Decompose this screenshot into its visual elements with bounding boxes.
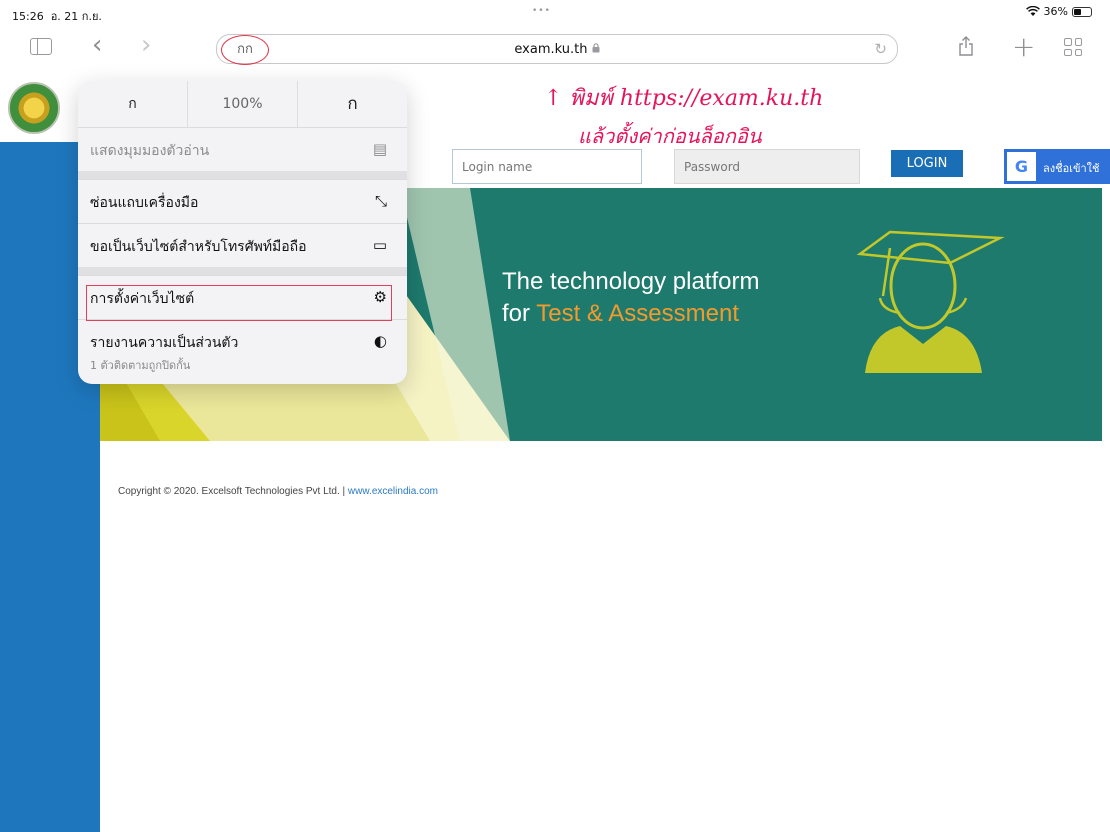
shield-icon: ◐ — [373, 332, 387, 350]
status-bar: 15:26 อ. 21 ก.ย. ••• 36% — [0, 0, 1110, 24]
menu-separator — [78, 171, 407, 179]
mobile-device-icon: ▭ — [372, 236, 387, 254]
browser-toolbar: ‹ › exam.ku.th ↻ กก + — [0, 26, 1110, 70]
url-text[interactable]: exam.ku.th — [217, 42, 897, 57]
banner-line-1: The technology platform — [502, 268, 760, 295]
footer-copyright: Copyright © 2020. Excelsoft Technologies… — [118, 486, 438, 497]
lock-icon — [592, 43, 600, 53]
privacy-report-sub: 1 ตัวติดตามถูกปิดกั้น — [90, 359, 191, 372]
reload-icon[interactable]: ↻ — [874, 40, 887, 58]
graduate-icon — [856, 230, 1005, 373]
collapse-arrows-icon: ⤡ — [374, 192, 387, 210]
font-size-row: ก 100% ก — [78, 81, 407, 127]
banner-line-2: for Test & Assessment — [502, 300, 739, 327]
back-arrow-icon[interactable]: ‹ — [92, 30, 102, 60]
wifi-icon — [1025, 6, 1040, 16]
annotation-line-2: แล้วตั้งค่าก่อนล็อกอิน — [578, 124, 762, 148]
reader-view-item[interactable]: แสดงมุมมองตัวอ่าน ▤ — [78, 127, 407, 171]
share-icon[interactable] — [958, 36, 974, 56]
reader-icon: ▤ — [372, 140, 387, 158]
hide-toolbar-item[interactable]: ซ่อนแถบเครื่องมือ ⤡ — [78, 179, 407, 223]
university-logo — [8, 82, 60, 134]
privacy-report-label: รายงานความเป็นส่วนตัว — [90, 335, 239, 351]
google-signin-button[interactable]: G ลงชื่อเข้าใช้ — [1004, 149, 1110, 184]
increase-font-button[interactable]: ก — [298, 81, 407, 127]
new-tab-icon[interactable]: + — [1012, 30, 1035, 63]
privacy-report-item[interactable]: รายงานความเป็นส่วนตัว 1 ตัวติดตามถูกปิดก… — [78, 319, 407, 384]
hide-toolbar-label: ซ่อนแถบเครื่องมือ — [90, 195, 199, 211]
tab-overview-icon[interactable] — [1064, 38, 1082, 56]
zoom-level[interactable]: 100% — [187, 81, 298, 127]
status-time: 15:26 อ. 21 ก.ย. — [12, 10, 102, 23]
password-input[interactable]: Password — [674, 149, 860, 184]
multitasking-dots[interactable]: ••• — [532, 6, 551, 16]
forward-arrow-icon[interactable]: › — [141, 30, 151, 60]
banner-tagline: The technology platform for Test & Asses… — [502, 266, 759, 330]
reader-view-label: แสดงมุมมองตัวอ่าน — [90, 143, 210, 159]
status-right: 36% — [1025, 5, 1092, 18]
sidebar-toggle-icon[interactable] — [30, 38, 52, 55]
decrease-font-button[interactable]: ก — [78, 81, 187, 127]
menu-separator — [78, 267, 407, 275]
google-signin-label: ลงชื่อเข้าใช้ — [1043, 162, 1100, 175]
login-name-input[interactable]: Login name — [452, 149, 642, 184]
battery-percent: 36% — [1043, 5, 1068, 18]
login-button[interactable]: LOGIN — [891, 150, 963, 177]
address-bar[interactable]: exam.ku.th ↻ — [216, 34, 898, 64]
page-settings-button[interactable]: กก — [221, 35, 269, 65]
screen: 15:26 อ. 21 ก.ย. ••• 36% ‹ › exam.ku.th … — [0, 0, 1110, 832]
footer-link[interactable]: www.excelindia.com — [348, 486, 438, 497]
banner-highlight: Test & Assessment — [536, 300, 739, 327]
google-g-icon: G — [1007, 152, 1036, 181]
settings-highlight-box — [86, 285, 392, 321]
request-mobile-label: ขอเป็นเว็บไซต์สำหรับโทรศัพท์มือถือ — [90, 239, 307, 255]
page-settings-menu: ก 100% ก แสดงมุมมองตัวอ่าน ▤ ซ่อนแถบเครื… — [78, 81, 407, 384]
battery-icon — [1072, 6, 1092, 17]
request-mobile-item[interactable]: ขอเป็นเว็บไซต์สำหรับโทรศัพท์มือถือ ▭ — [78, 223, 407, 267]
annotation-line-1: ↑ พิมพ์ https://exam.ku.th — [544, 86, 824, 111]
